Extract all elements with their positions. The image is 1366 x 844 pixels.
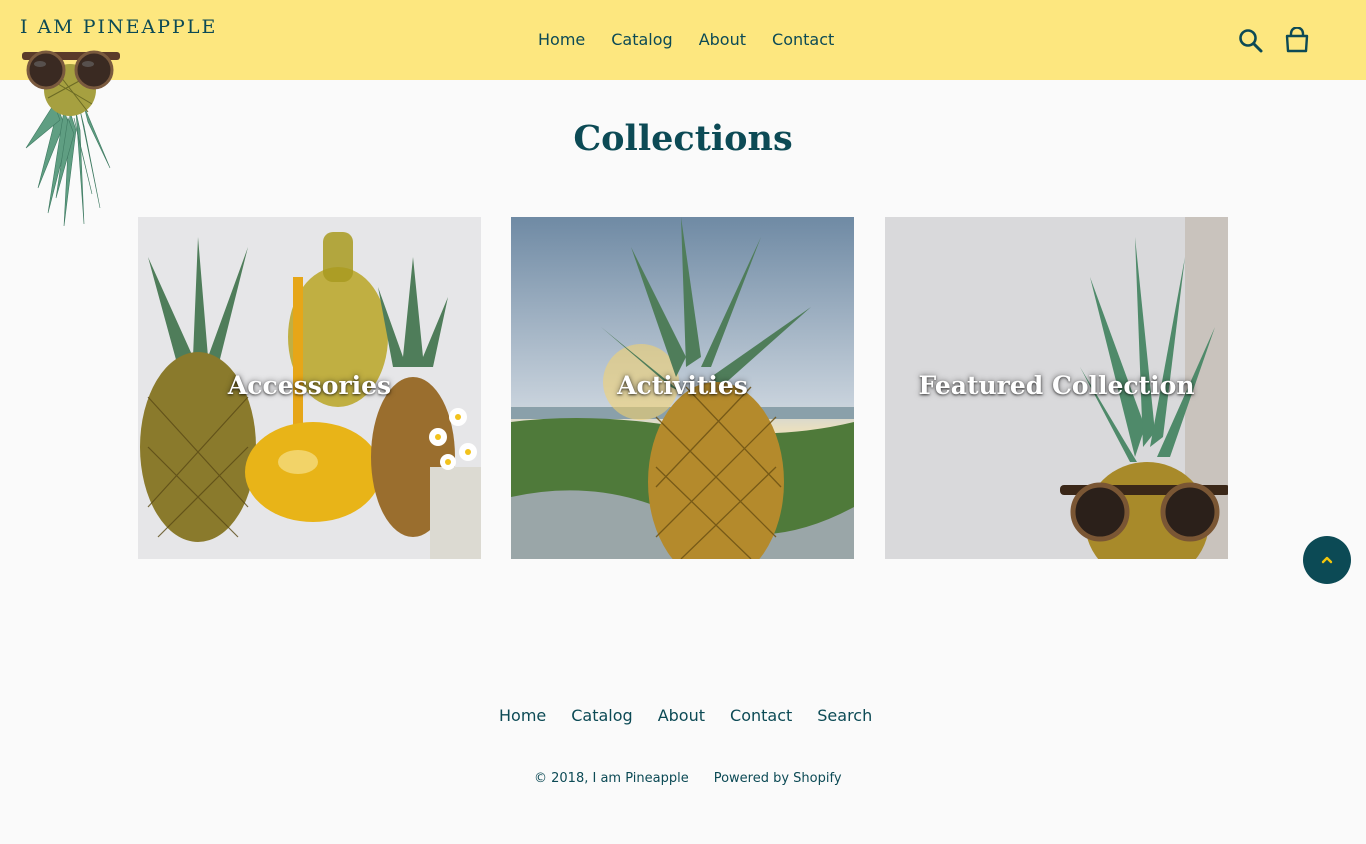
logo-pineapple-illustration[interactable]: [18, 38, 124, 228]
search-icon: [1239, 29, 1263, 53]
collection-card-activities[interactable]: Activities: [511, 217, 854, 559]
main-nav: Home Catalog About Contact: [538, 30, 834, 49]
cart-icon: [1285, 26, 1309, 53]
back-to-top-button[interactable]: [1303, 536, 1351, 584]
collection-title-featured-collection: Featured Collection: [918, 371, 1195, 400]
footer-link-contact[interactable]: Contact: [730, 706, 792, 725]
footer-link-search[interactable]: Search: [817, 706, 872, 725]
footer-link-catalog[interactable]: Catalog: [571, 706, 632, 725]
chevron-up-icon: [1321, 556, 1333, 564]
footer-link-about[interactable]: About: [658, 706, 705, 725]
nav-item-catalog[interactable]: Catalog: [611, 30, 672, 49]
powered-by-link[interactable]: Powered by Shopify: [714, 771, 842, 786]
cart-button[interactable]: [1284, 26, 1310, 53]
nav-item-contact[interactable]: Contact: [772, 30, 834, 49]
site-logo-text[interactable]: I AM PINEAPPLE: [20, 16, 217, 38]
collection-card-accessories[interactable]: Accessories: [138, 217, 481, 559]
copyright-link[interactable]: © 2018, I am Pineapple: [534, 771, 689, 786]
site-header: I AM PINEAPPLE Home Catalog About Contac…: [0, 0, 1366, 80]
footer-nav: Home Catalog About Contact Search: [499, 706, 872, 725]
page-title: Collections: [573, 118, 793, 159]
footer-link-home[interactable]: Home: [499, 706, 546, 725]
nav-item-home[interactable]: Home: [538, 30, 585, 49]
collection-card-featured-collection[interactable]: Featured Collection: [885, 217, 1228, 559]
footer-meta: © 2018, I am Pineapple Powered by Shopif…: [534, 771, 842, 786]
collection-title-accessories: Accessories: [227, 371, 392, 400]
collection-title-activities: Activities: [617, 371, 748, 400]
search-button[interactable]: [1238, 28, 1264, 54]
nav-item-about[interactable]: About: [699, 30, 746, 49]
